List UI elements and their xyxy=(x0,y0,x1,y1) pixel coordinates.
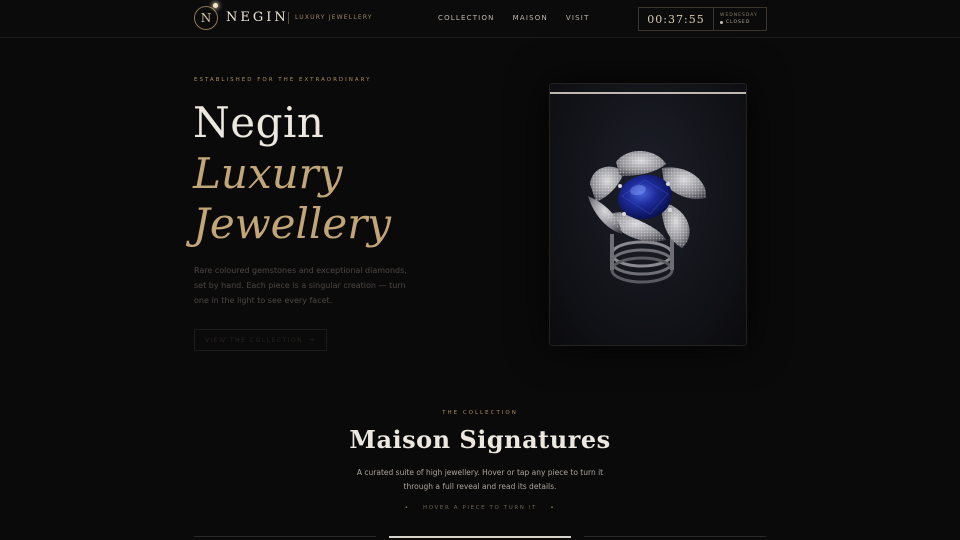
store-clock: 00:37:55 WEDNESDAY CLOSED xyxy=(638,7,767,31)
diamond-dot-icon: • xyxy=(404,505,410,511)
hero-title-line-3: Jewellery xyxy=(193,199,392,248)
nav-maison[interactable]: MAISON xyxy=(513,14,548,22)
brand-divider xyxy=(288,12,289,24)
clock-time: 00:37:55 xyxy=(639,8,714,30)
collection-description: A curated suite of high jewellery. Hover… xyxy=(356,468,604,491)
collection-hint-label: HOVER A PIECE TO TURN IT xyxy=(422,505,538,511)
logo-letter: N xyxy=(200,11,212,25)
store-status-label: CLOSED xyxy=(726,20,751,25)
clock-meta: WEDNESDAY CLOSED xyxy=(714,8,766,30)
collection-eyebrow: THE COLLECTION xyxy=(442,410,518,416)
hero-title-line-1: Negin xyxy=(193,98,325,147)
brand-name[interactable]: NEGIN xyxy=(226,10,289,25)
nav-collection[interactable]: COLLECTION xyxy=(438,14,495,22)
nav-visit[interactable]: VISIT xyxy=(566,14,590,22)
collection-card[interactable] xyxy=(584,536,766,540)
arrow-right-icon: → xyxy=(308,336,316,344)
hero-eyebrow: ESTABLISHED FOR THE EXTRAORDINARY xyxy=(194,77,372,83)
hero-description: Rare coloured gemstones and exceptional … xyxy=(194,266,407,305)
collection-card[interactable] xyxy=(389,536,571,540)
collection-title: Maison Signatures xyxy=(349,425,611,454)
logo-mark[interactable]: N xyxy=(194,6,218,30)
diamond-dot-icon: • xyxy=(550,505,556,511)
clock-day: WEDNESDAY xyxy=(720,13,758,18)
featured-ring-image[interactable] xyxy=(549,83,747,346)
collection-card[interactable] xyxy=(194,536,376,540)
store-status: CLOSED xyxy=(720,20,766,25)
status-dot-icon xyxy=(720,21,723,24)
hero-title-line-2: Luxury xyxy=(193,149,343,198)
main-nav: COLLECTION MAISON VISIT xyxy=(438,14,590,22)
cta-label: VIEW THE COLLECTION xyxy=(205,336,304,344)
brand-tagline: Luxury Jewellery xyxy=(295,14,373,21)
sapphire-ring-illustration xyxy=(588,150,707,284)
site-header: N NEGIN Luxury Jewellery COLLECTION MAIS… xyxy=(0,0,960,38)
sparkle-icon xyxy=(213,3,218,8)
view-collection-button[interactable]: VIEW THE COLLECTION → xyxy=(194,329,327,351)
collection-hint: • HOVER A PIECE TO TURN IT • xyxy=(0,505,960,511)
